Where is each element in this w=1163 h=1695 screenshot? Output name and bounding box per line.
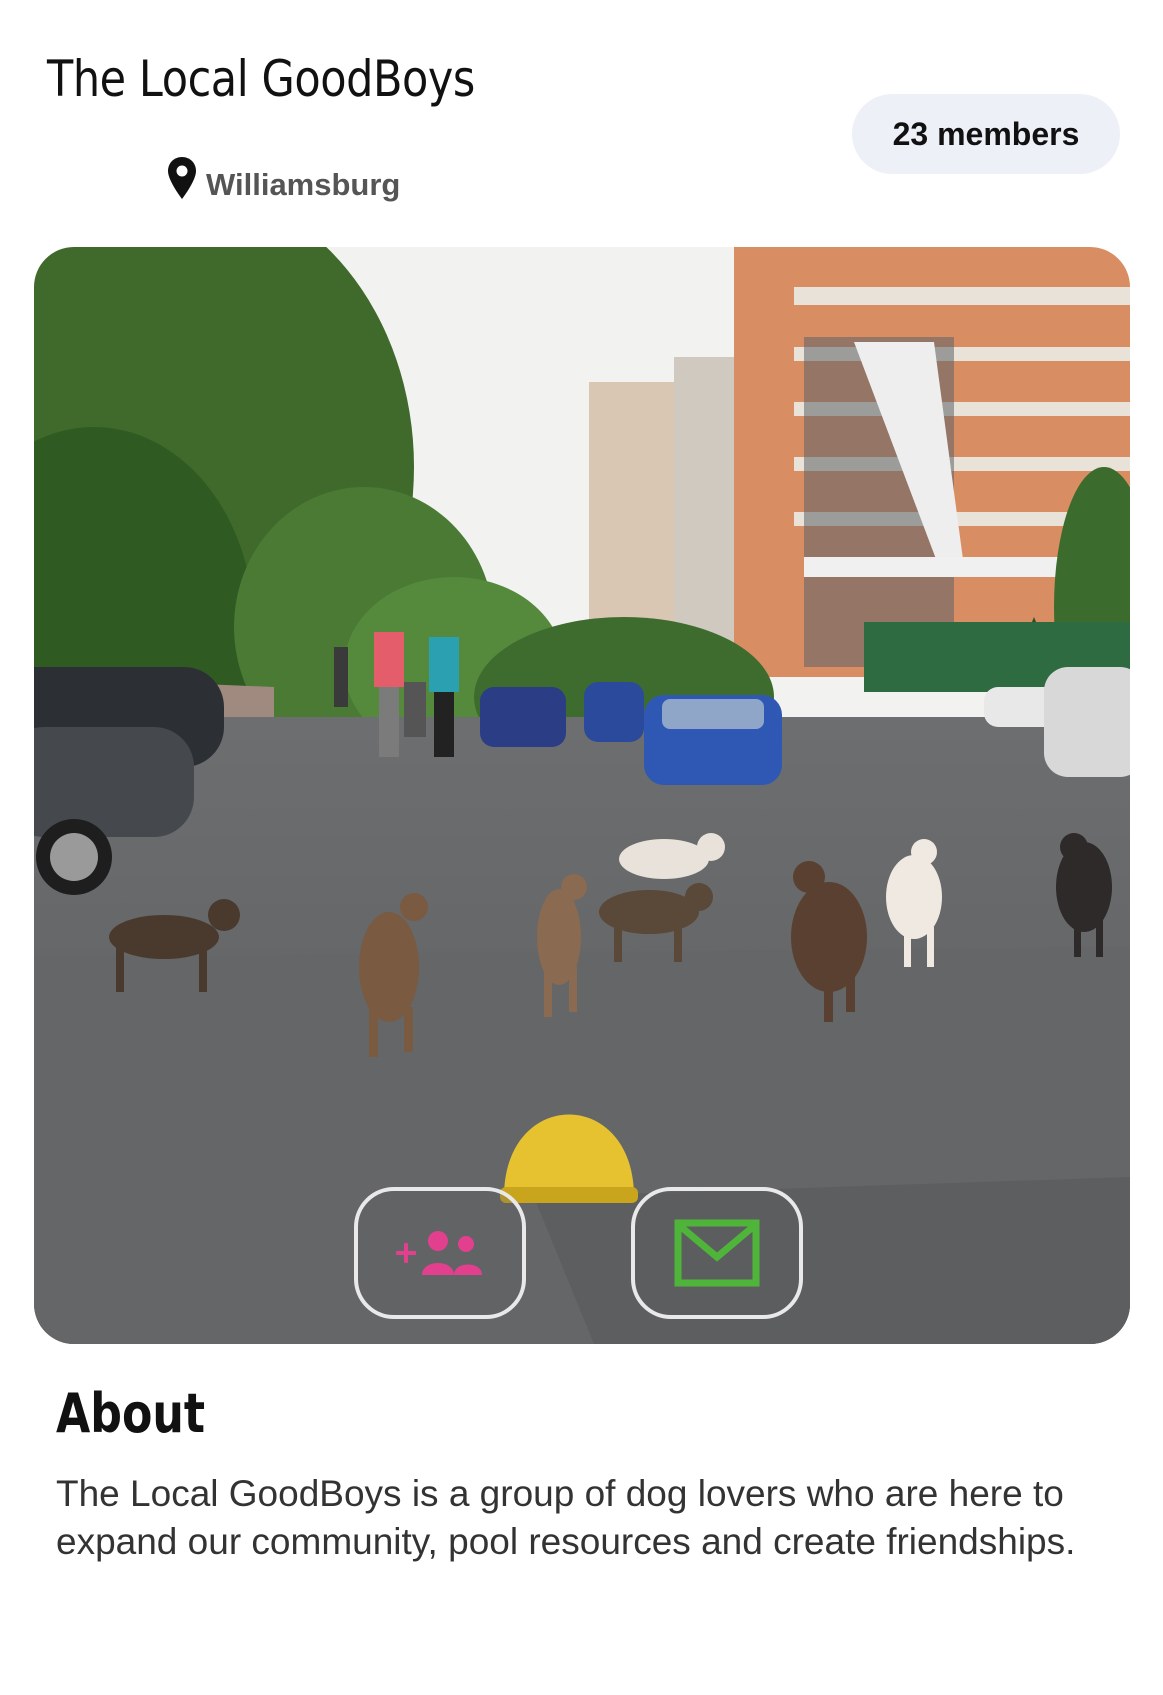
about-text: The Local GoodBoys is a group of dog lov… <box>56 1473 1076 1562</box>
add-group-icon <box>396 1231 482 1275</box>
join-group-button[interactable] <box>354 1187 526 1319</box>
location: Williamsburg <box>168 153 400 203</box>
members-badge[interactable]: 23 members <box>852 94 1120 174</box>
location-pin-icon <box>168 157 196 199</box>
location-label: Williamsburg <box>206 167 401 202</box>
message-group-button[interactable] <box>631 1187 803 1319</box>
envelope-icon <box>674 1219 760 1287</box>
group-cover-photo <box>34 247 1130 1344</box>
group-title: The Local GoodBoys <box>47 50 475 108</box>
about-heading: About <box>56 1382 206 1445</box>
